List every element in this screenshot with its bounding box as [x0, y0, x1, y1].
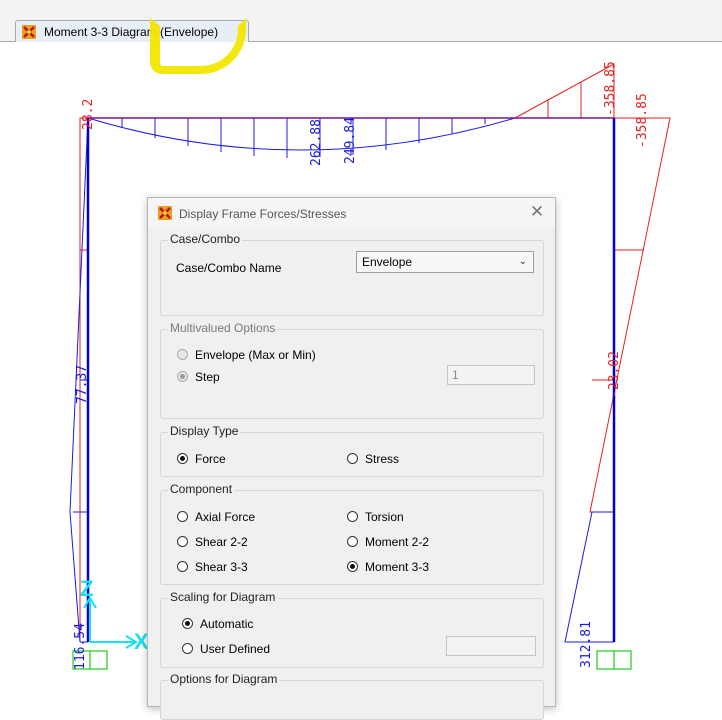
sap-app-icon — [22, 24, 36, 39]
torsion-label: Torsion — [365, 510, 404, 524]
case-combo-group: Case/Combo Case/Combo Name Envelope ⌄ — [160, 232, 544, 316]
case-combo-name-label: Case/Combo Name — [176, 261, 282, 275]
axial-force-radio[interactable] — [177, 511, 188, 522]
sap-app-icon — [158, 206, 172, 220]
options-diagram-group: Options for Diagram — [160, 672, 544, 720]
label-mid-beam-2: 249.84 — [343, 117, 358, 164]
moment-3-3-radio[interactable] — [347, 561, 358, 572]
user-defined-radio[interactable] — [182, 643, 193, 654]
beam-moment-negative — [88, 63, 615, 119]
step-value: 1 — [452, 368, 459, 382]
step-value-input[interactable]: 1 — [447, 365, 535, 385]
label-mid-beam-1: 262.88 — [309, 119, 324, 166]
shear-3-3-radio[interactable] — [177, 561, 188, 572]
shear-2-2-label: Shear 2-2 — [195, 535, 248, 549]
step-radio-label: Step — [195, 370, 220, 384]
torsion-radio[interactable] — [347, 511, 358, 522]
envelope-radio[interactable] — [177, 349, 188, 360]
force-radio[interactable] — [177, 453, 188, 464]
user-defined-label: User Defined — [200, 642, 271, 656]
beam-moment-positive — [87, 117, 516, 158]
close-icon[interactable]: ✕ — [527, 202, 547, 222]
global-axes — [83, 596, 138, 649]
scaling-group: Scaling for Diagram Automatic User Defin… — [160, 590, 544, 668]
label-top-right-1: -358.85 — [603, 61, 618, 116]
display-type-group: Display Type Force Stress — [160, 424, 544, 477]
multivalued-options-group: Multivalued Options Envelope (Max or Min… — [160, 321, 544, 419]
dialog-title: Display Frame Forces/Stresses — [179, 207, 347, 221]
envelope-radio-label: Envelope (Max or Min) — [195, 348, 316, 362]
axis-z-label: Z — [80, 576, 93, 601]
label-bottom-right: 312.81 — [579, 621, 594, 668]
chevron-down-icon: ⌄ — [518, 256, 527, 267]
shear-3-3-label: Shear 3-3 — [195, 560, 248, 574]
label-bottom-left: 116.54 — [73, 623, 88, 670]
stress-radio[interactable] — [347, 453, 358, 464]
stress-radio-label: Stress — [365, 452, 400, 466]
dialog-title-bar[interactable]: Display Frame Forces/Stresses ✕ — [148, 198, 555, 228]
label-right-column: -23.02 — [607, 351, 622, 398]
options-diagram-group-title: Options for Diagram — [168, 672, 280, 686]
label-top-right-2: -358.85 — [635, 93, 650, 148]
label-left-column: 77.37 — [75, 365, 90, 404]
component-group: Component Axial Force Torsion Shear 2-2 … — [160, 482, 544, 585]
shear-2-2-radio[interactable] — [177, 536, 188, 547]
case-combo-select[interactable]: Envelope ⌄ — [356, 251, 534, 273]
moment-2-2-label: Moment 2-2 — [365, 535, 430, 549]
axial-force-label: Axial Force — [195, 510, 256, 524]
moment-2-2-radio[interactable] — [347, 536, 358, 547]
component-group-title: Component — [168, 482, 235, 496]
scaling-group-title: Scaling for Diagram — [168, 590, 278, 604]
force-radio-label: Force — [195, 452, 226, 466]
case-combo-selected: Envelope — [362, 255, 413, 269]
label-top-left: 28.2 — [81, 99, 96, 130]
multivalued-group-title: Multivalued Options — [168, 321, 278, 335]
display-type-group-title: Display Type — [168, 424, 241, 438]
moment-3-3-label: Moment 3-3 — [365, 560, 430, 574]
automatic-radio[interactable] — [182, 618, 193, 629]
automatic-label: Automatic — [200, 617, 254, 631]
step-radio[interactable] — [177, 371, 188, 382]
case-combo-group-title: Case/Combo — [168, 232, 243, 246]
display-frame-forces-dialog: Display Frame Forces/Stresses ✕ Case/Com… — [147, 197, 556, 720]
scale-factor-input[interactable] — [446, 636, 536, 656]
